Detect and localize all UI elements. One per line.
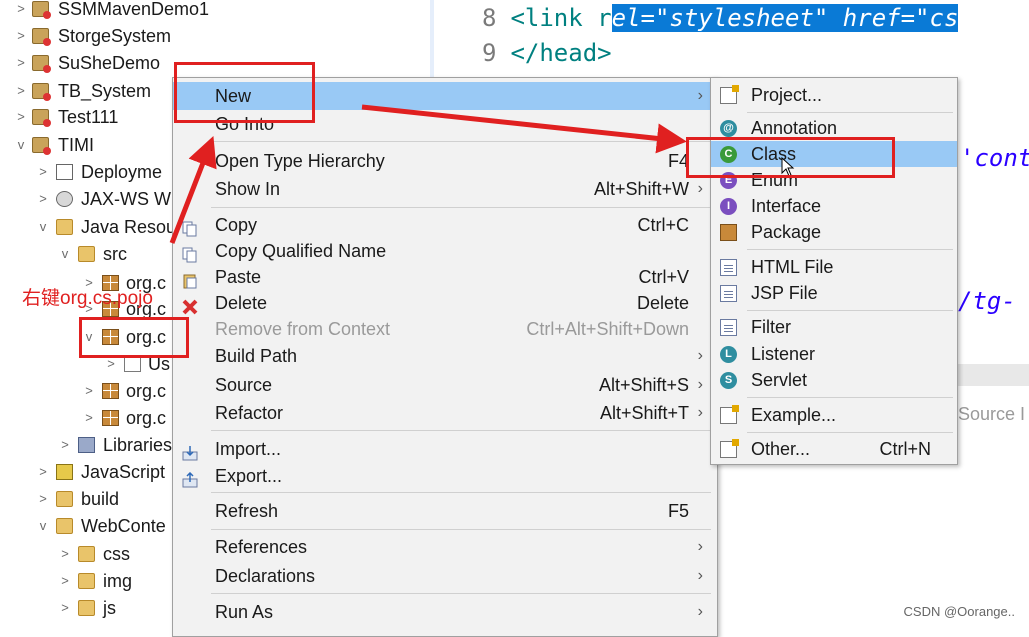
annotation-arrows (169, 104, 687, 244)
arrow-to-new (169, 136, 217, 244)
watermark: CSDN @Oorange.. (903, 604, 1015, 619)
arrow-to-class (361, 104, 687, 154)
